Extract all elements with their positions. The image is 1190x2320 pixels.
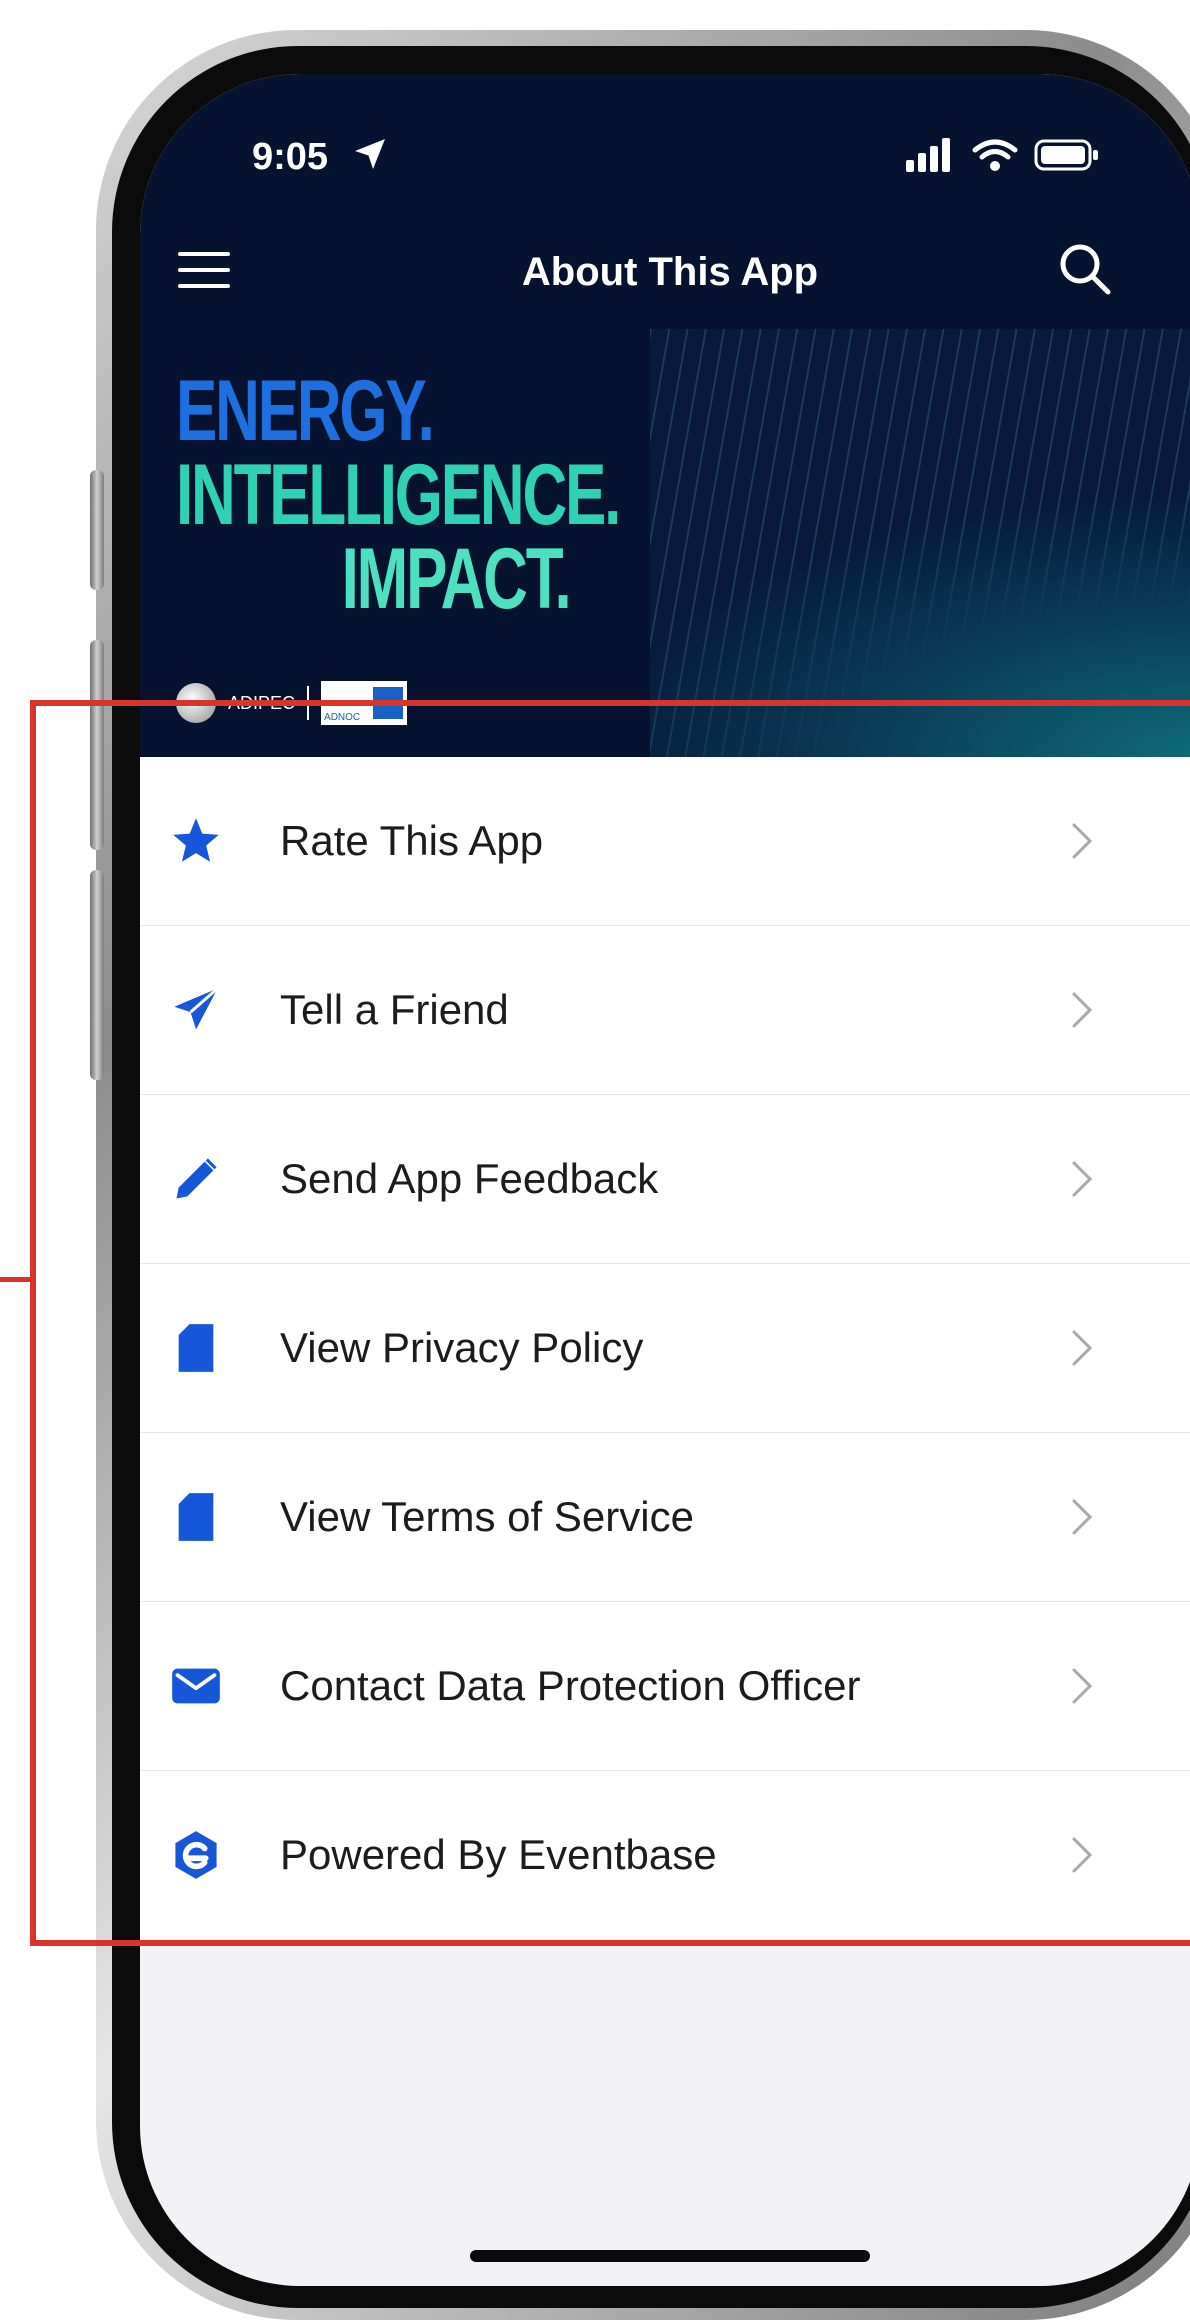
menu-item-label: Send App Feedback xyxy=(280,1155,659,1202)
search-icon[interactable] xyxy=(1058,242,1112,296)
chevron-right-icon xyxy=(1072,1837,1093,1873)
chevron-right-icon xyxy=(1072,1330,1093,1366)
location-arrow-icon xyxy=(355,139,385,169)
menu-item-label: Contact Data Protection Officer xyxy=(280,1662,861,1709)
chevron-right-icon xyxy=(1072,823,1093,859)
wifi-icon xyxy=(972,139,1018,171)
menu-item-send-feedback[interactable]: Send App Feedback xyxy=(140,1095,1190,1264)
cellular-signal-icon xyxy=(906,138,950,172)
menu-item-powered-by-eventbase[interactable]: Powered By Eventbase xyxy=(140,1771,1190,1939)
app-header: 9:05 About This App xyxy=(140,74,1190,334)
menu-item-label: View Terms of Service xyxy=(280,1493,694,1540)
chevron-right-icon xyxy=(1072,1499,1093,1535)
home-indicator[interactable] xyxy=(470,2250,870,2262)
battery-icon xyxy=(1034,139,1098,171)
adnoc-logo: ADNOC xyxy=(321,681,408,725)
banner-line-3: IMPACT. xyxy=(341,531,572,627)
adipec-logo-text: ADIPEC xyxy=(228,692,296,713)
chevron-right-icon xyxy=(1072,1161,1093,1197)
mute-switch xyxy=(90,470,104,590)
menu-item-label: Tell a Friend xyxy=(280,986,509,1033)
banner-line-2: INTELLIGENCE. xyxy=(176,447,621,543)
paper-plane-icon xyxy=(174,987,219,1030)
document-icon xyxy=(178,1324,214,1372)
menu-item-label: View Privacy Policy xyxy=(280,1324,644,1371)
menu-item-contact-dpo[interactable]: Contact Data Protection Officer xyxy=(140,1602,1190,1771)
sponsor-logos: ADIPEC ADNOC xyxy=(176,681,408,725)
volume-up-button xyxy=(90,640,104,850)
star-icon xyxy=(173,818,219,862)
page-title: About This App xyxy=(521,250,819,294)
document-icon xyxy=(178,1493,214,1541)
menu-item-label: Rate This App xyxy=(280,817,544,864)
banner-line-1: ENERGY. xyxy=(176,363,435,459)
phone-screen: 9:05 About This App ENERGY. INTELLIGENCE… xyxy=(140,74,1190,2286)
chevron-right-icon xyxy=(1072,992,1093,1028)
menu-item-label: Powered By Eventbase xyxy=(280,1831,717,1878)
menu-item-tell-friend[interactable]: Tell a Friend xyxy=(140,926,1190,1095)
logo-divider xyxy=(307,686,310,720)
globe-artwork xyxy=(650,329,1190,757)
about-menu-list: Rate This App Tell a Friend Send App Fee… xyxy=(140,757,1190,1939)
eventbase-logo-icon xyxy=(175,1831,217,1879)
highlight-pointer-line xyxy=(0,1277,30,1282)
adipec-logo-icon xyxy=(176,683,216,723)
menu-item-terms-of-service[interactable]: View Terms of Service xyxy=(140,1433,1190,1602)
adnoc-logo-text: ADNOC xyxy=(324,712,361,723)
chevron-right-icon xyxy=(1072,1668,1093,1704)
status-time: 9:05 xyxy=(252,136,329,178)
event-banner: ENERGY. INTELLIGENCE. IMPACT. ADIPEC ADN… xyxy=(140,329,1190,757)
envelope-icon xyxy=(172,1668,220,1704)
banner-headline: ENERGY. INTELLIGENCE. IMPACT. xyxy=(176,363,621,627)
pencil-icon xyxy=(176,1158,217,1199)
volume-down-button xyxy=(90,870,104,1080)
status-indicators xyxy=(906,138,1100,172)
menu-item-rate-app[interactable]: Rate This App xyxy=(140,757,1190,926)
menu-item-privacy-policy[interactable]: View Privacy Policy xyxy=(140,1264,1190,1433)
